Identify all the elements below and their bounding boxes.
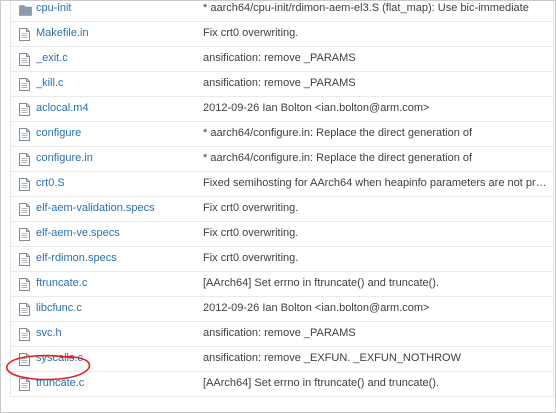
- commit-message-link[interactable]: * aarch64/configure.in: Replace the dire…: [203, 152, 549, 164]
- file-list: cpu-init * aarch64/cpu-init/rdimon-aem-el…: [10, 1, 554, 397]
- file-name-link[interactable]: crt0.S: [36, 177, 65, 189]
- file-row[interactable]: syscalls.c ansification: remove _EXFUN. _…: [11, 347, 553, 372]
- file-icon: [19, 203, 31, 217]
- file-name-link[interactable]: aclocal.m4: [36, 102, 89, 114]
- file-row[interactable]: Makefile.in Fix crt0 overwriting.: [11, 22, 553, 47]
- file-icon: [19, 153, 31, 167]
- commit-message-link[interactable]: Fix crt0 overwriting.: [203, 27, 549, 39]
- commit-message-link[interactable]: [AArch64] Set errno in ftruncate() and t…: [203, 377, 549, 389]
- file-row[interactable]: libcfunc.c 2012-09-26 Ian Bolton <ian.bol…: [11, 297, 553, 322]
- commit-message-link[interactable]: Fix crt0 overwriting.: [203, 202, 549, 214]
- file-row[interactable]: elf-aem-validation.specs Fix crt0 overwri…: [11, 197, 553, 222]
- file-icon: [19, 78, 31, 92]
- commit-message-link[interactable]: [AArch64] Set errno in ftruncate() and t…: [203, 277, 549, 289]
- commit-message-link[interactable]: Fix crt0 overwriting.: [203, 252, 549, 264]
- file-icon: [19, 128, 31, 142]
- commit-message-link[interactable]: 2012-09-26 Ian Bolton <ian.bolton@arm.co…: [203, 102, 549, 114]
- commit-message-link[interactable]: ansification: remove _PARAMS: [203, 77, 549, 89]
- file-row[interactable]: crt0.S Fixed semihosting for AArch64 when…: [11, 172, 553, 197]
- file-name-link[interactable]: truncate.c: [36, 377, 84, 389]
- commit-message-link[interactable]: ansification: remove _PARAMS: [203, 52, 549, 64]
- file-row[interactable]: _exit.c ansification: remove _PARAMS: [11, 47, 553, 72]
- file-row[interactable]: cpu-init * aarch64/cpu-init/rdimon-aem-el…: [11, 1, 553, 22]
- file-row[interactable]: elf-rdimon.specs Fix crt0 overwriting.: [11, 247, 553, 272]
- file-name-link[interactable]: elf-rdimon.specs: [36, 252, 117, 264]
- file-name-link[interactable]: libcfunc.c: [36, 302, 82, 314]
- folder-icon: [19, 4, 32, 18]
- commit-message-link[interactable]: * aarch64/cpu-init/rdimon-aem-el3.S (fla…: [203, 2, 549, 14]
- commit-message-link[interactable]: ansification: remove _PARAMS: [203, 327, 549, 339]
- file-name-link[interactable]: svc.h: [36, 327, 62, 339]
- file-icon: [19, 328, 31, 342]
- commit-message-link[interactable]: * aarch64/configure.in: Replace the dire…: [203, 127, 549, 139]
- commit-message-link[interactable]: Fixed semihosting for AArch64 when heapi…: [203, 177, 549, 189]
- file-row[interactable]: elf-aem-ve.specs Fix crt0 overwriting.: [11, 222, 553, 247]
- file-name-link[interactable]: _kill.c: [36, 77, 64, 89]
- file-icon: [19, 103, 31, 117]
- file-name-link[interactable]: cpu-init: [36, 2, 71, 14]
- file-row[interactable]: ftruncate.c [AArch64] Set errno in ftrunc…: [11, 272, 553, 297]
- file-icon: [19, 253, 31, 267]
- file-row[interactable]: svc.h ansification: remove _PARAMS: [11, 322, 553, 347]
- file-name-link[interactable]: elf-aem-validation.specs: [36, 202, 155, 214]
- file-icon: [19, 353, 31, 367]
- file-icon: [19, 278, 31, 292]
- file-name-link[interactable]: Makefile.in: [36, 27, 89, 39]
- file-name-link[interactable]: _exit.c: [36, 52, 68, 64]
- file-name-link[interactable]: syscalls.c: [36, 352, 83, 364]
- file-icon: [19, 303, 31, 317]
- file-name-link[interactable]: configure.in: [36, 152, 93, 164]
- file-name-link[interactable]: ftruncate.c: [36, 277, 87, 289]
- file-row[interactable]: configure.in * aarch64/configure.in: Repl…: [11, 147, 553, 172]
- file-icon: [19, 228, 31, 242]
- file-icon: [19, 178, 31, 192]
- commit-message-link[interactable]: Fix crt0 overwriting.: [203, 227, 549, 239]
- file-row[interactable]: configure * aarch64/configure.in: Replace…: [11, 122, 553, 147]
- file-row[interactable]: _kill.c ansification: remove _PARAMS: [11, 72, 553, 97]
- file-name-link[interactable]: configure: [36, 127, 81, 139]
- file-name-link[interactable]: elf-aem-ve.specs: [36, 227, 120, 239]
- file-icon: [19, 378, 31, 392]
- file-row[interactable]: aclocal.m4 2012-09-26 Ian Bolton <ian.bol…: [11, 97, 553, 122]
- commit-message-link[interactable]: ansification: remove _EXFUN. _EXFUN_NOTH…: [203, 352, 549, 364]
- screenshot-frame: cpu-init * aarch64/cpu-init/rdimon-aem-el…: [0, 0, 556, 413]
- file-row[interactable]: truncate.c [AArch64] Set errno in ftrunca…: [11, 372, 553, 397]
- file-icon: [19, 28, 31, 42]
- file-icon: [19, 53, 31, 67]
- commit-message-link[interactable]: 2012-09-26 Ian Bolton <ian.bolton@arm.co…: [203, 302, 549, 314]
